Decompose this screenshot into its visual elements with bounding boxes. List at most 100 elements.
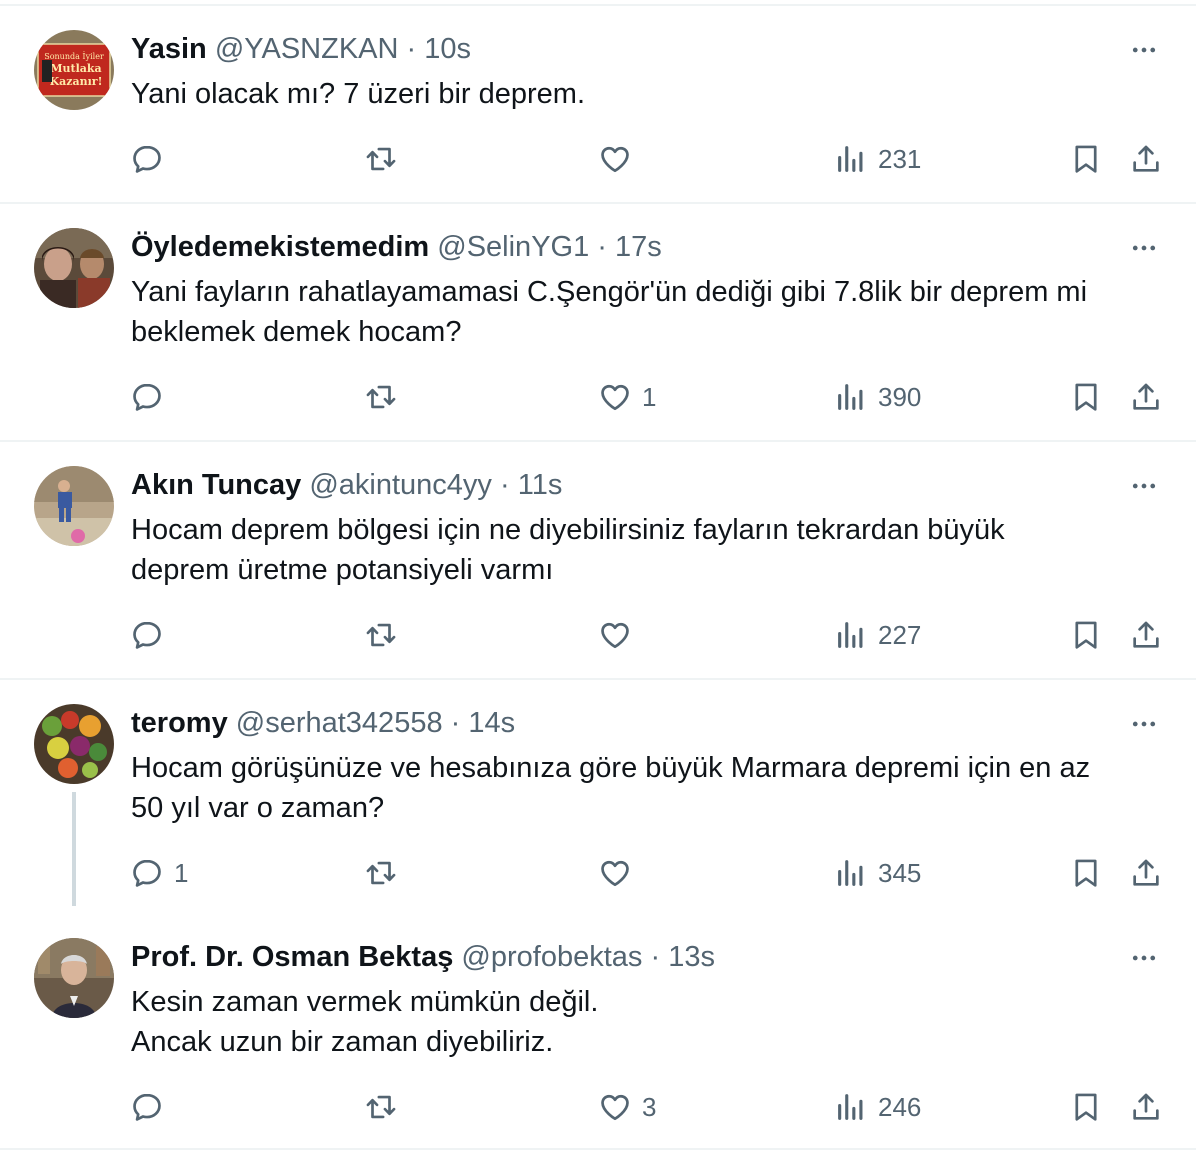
more-icon	[1132, 47, 1156, 53]
more-button[interactable]	[1126, 468, 1162, 504]
avatar-text-line-2: Mutlaka	[50, 62, 101, 75]
tweet-text: Hocam görüşünüze ve hesabınıza göre büyü…	[131, 748, 1161, 828]
tweet-text: Yani fayların rahatlayamamasi C.Şengör'ü…	[131, 272, 1161, 352]
retweet-icon	[366, 861, 396, 885]
tweet-header: Yasin @YASNZKAN · 10s	[131, 31, 471, 67]
display-name[interactable]: Prof. Dr. Osman Bektaş	[131, 941, 453, 973]
like-icon	[601, 860, 629, 887]
reply-button[interactable]	[130, 1085, 174, 1129]
more-button[interactable]	[1126, 230, 1162, 266]
share-button[interactable]	[1129, 137, 1163, 181]
share-button[interactable]	[1129, 613, 1163, 657]
timestamp[interactable]: 14s	[468, 707, 515, 739]
avatar[interactable]	[34, 704, 114, 784]
like-button[interactable]: 3	[598, 1085, 656, 1129]
timestamp[interactable]: 10s	[424, 33, 471, 65]
display-name[interactable]: Yasin	[131, 33, 207, 65]
tweet-text: Kesin zaman vermek mümkün değil. Ancak u…	[131, 982, 1161, 1062]
bookmark-button[interactable]	[1069, 375, 1103, 419]
avatar[interactable]	[34, 938, 114, 1018]
bookmark-icon	[1075, 621, 1097, 649]
like-button[interactable]	[598, 613, 642, 657]
user-handle[interactable]: @profobektas	[461, 941, 642, 973]
views-icon	[838, 146, 863, 172]
views-button[interactable]: 390	[834, 375, 921, 419]
tweet-text-line: Ancak uzun bir zaman diyebiliriz.	[131, 1026, 554, 1058]
retweet-button[interactable]	[364, 375, 408, 419]
reply-feed: Sonunda İyiler Mutlaka Kazanır! Yasin @Y…	[0, 0, 1196, 1152]
action-bar: 231	[0, 137, 1196, 181]
timestamp[interactable]: 13s	[668, 941, 715, 973]
bookmark-button[interactable]	[1069, 851, 1103, 895]
like-count: 1	[642, 381, 657, 412]
tweet-text-line: Yani fayların rahatlayamamasi C.Şengör'ü…	[131, 276, 1088, 308]
bookmark-button[interactable]	[1069, 613, 1103, 657]
reply-button[interactable]	[130, 375, 174, 419]
tweet-text-line: Yani olacak mı? 7 üzeri bir deprem.	[131, 78, 586, 110]
divider	[0, 678, 1196, 680]
display-name[interactable]: Öyledemekistemedim	[131, 231, 429, 263]
user-handle[interactable]: @akintunc4yy	[309, 469, 492, 501]
retweet-icon	[366, 623, 396, 647]
share-button[interactable]	[1129, 851, 1163, 895]
timestamp[interactable]: 17s	[615, 231, 662, 263]
share-icon	[1133, 621, 1159, 648]
avatar[interactable]	[34, 228, 114, 308]
views-icon	[838, 1094, 863, 1120]
action-bar: 1 345	[0, 851, 1196, 895]
bookmark-button[interactable]	[1069, 137, 1103, 181]
share-button[interactable]	[1129, 375, 1163, 419]
reply-icon	[133, 621, 161, 649]
retweet-button[interactable]	[364, 137, 408, 181]
tweet-header: Akın Tuncay @akintunc4yy · 11s	[131, 467, 562, 503]
views-button[interactable]: 227	[834, 613, 921, 657]
user-handle[interactable]: @YASNZKAN	[215, 33, 399, 65]
like-count: 3	[642, 1091, 657, 1122]
avatar[interactable]	[34, 466, 114, 546]
views-button[interactable]: 246	[834, 1085, 921, 1129]
user-handle[interactable]: @serhat342558	[236, 707, 443, 739]
views-button[interactable]: 345	[834, 851, 921, 895]
more-icon	[1132, 721, 1156, 727]
share-icon	[1133, 383, 1159, 410]
views-count: 390	[878, 381, 922, 412]
retweet-button[interactable]	[364, 1085, 408, 1129]
tweet-text-line: beklemek demek hocam?	[131, 316, 462, 348]
tweet-text-line: 50 yıl var o zaman?	[131, 792, 385, 824]
tweet-text: Hocam deprem bölgesi için ne diyebilirsi…	[131, 510, 1161, 590]
separator-dot: ·	[450, 707, 461, 739]
reply-button[interactable]	[130, 613, 174, 657]
share-icon	[1133, 859, 1159, 886]
display-name[interactable]: teromy	[131, 707, 228, 739]
more-button[interactable]	[1126, 706, 1162, 742]
tweet-text-line: Hocam görüşünüze ve hesabınıza göre büyü…	[131, 752, 1091, 784]
retweet-icon	[366, 1095, 396, 1119]
reply-button[interactable]: 1	[130, 851, 188, 895]
avatar[interactable]: Sonunda İyiler Mutlaka Kazanır!	[34, 30, 114, 110]
like-button[interactable]	[598, 851, 642, 895]
like-button[interactable]	[598, 137, 642, 181]
retweet-button[interactable]	[364, 851, 408, 895]
separator-dot: ·	[650, 941, 661, 973]
views-button[interactable]: 231	[834, 137, 921, 181]
separator-dot: ·	[500, 469, 510, 501]
tweet-text-line: deprem üretme potansiyeli varmı	[131, 554, 554, 586]
avatar-text-line-1: Sonunda İyiler	[44, 52, 104, 61]
more-button[interactable]	[1126, 940, 1162, 976]
timestamp[interactable]: 11s	[518, 469, 563, 501]
like-button[interactable]: 1	[598, 375, 656, 419]
retweet-button[interactable]	[364, 613, 408, 657]
user-handle[interactable]: @SelinYG1	[437, 231, 589, 263]
bookmark-icon	[1075, 1093, 1097, 1121]
bookmark-icon	[1075, 859, 1097, 887]
action-bar: 227	[0, 613, 1196, 657]
display-name[interactable]: Akın Tuncay	[131, 469, 301, 501]
reply-button[interactable]	[130, 137, 174, 181]
more-button[interactable]	[1126, 32, 1162, 68]
tweet-text-line: Hocam deprem bölgesi için ne diyebilirsi…	[131, 514, 1005, 546]
tweet-text: Yani olacak mı? 7 üzeri bir deprem.	[131, 74, 1161, 114]
more-icon	[1132, 955, 1156, 961]
share-button[interactable]	[1129, 1085, 1163, 1129]
bookmark-button[interactable]	[1069, 1085, 1103, 1129]
views-icon	[838, 384, 863, 410]
